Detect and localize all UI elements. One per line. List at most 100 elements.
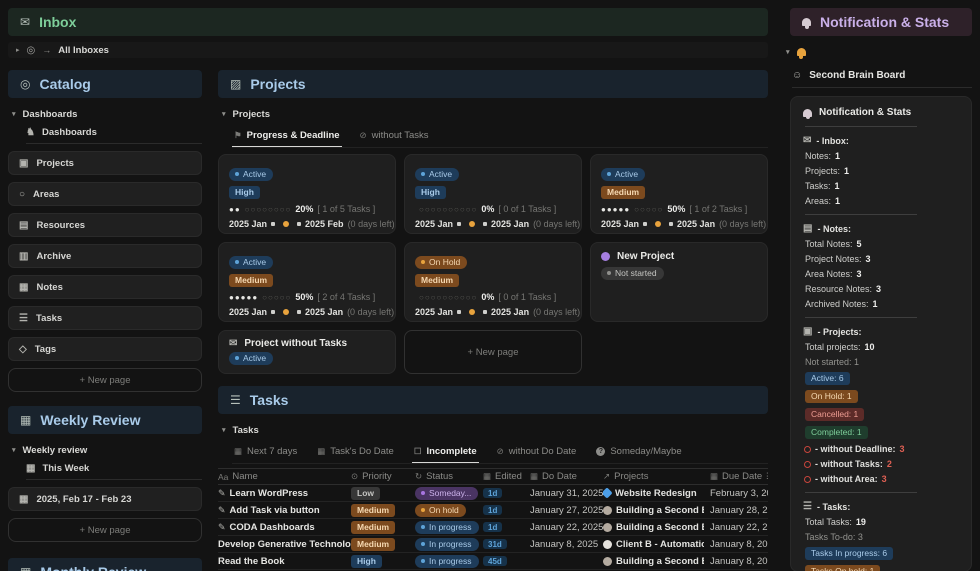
menu-icon[interactable]: ☰ [766, 471, 768, 482]
chevron-down-icon[interactable]: ▾ [12, 110, 16, 118]
project-card-new-project[interactable]: New Project Not started [590, 242, 768, 322]
status-badge: Tasks On hold: 1 [805, 565, 881, 571]
sidebar-item-projects[interactable]: ▣ Projects [8, 151, 202, 175]
status-badge: On Hold: 1 [805, 390, 858, 403]
warning-line: - without Area: 3 [804, 474, 959, 484]
catalog-new-page-button[interactable]: + New page [8, 368, 202, 392]
tab-tasks-do-date[interactable]: ▦ Task's Do Date [315, 442, 396, 463]
stat-line: Total Notes: 5 [805, 239, 862, 249]
notes-icon: ▦ [19, 281, 29, 293]
content-column: ▨ Projects ▾ Projects ⚑ Progress & Deadl… [218, 70, 768, 571]
envelope-icon: ✉ [229, 339, 238, 347]
weekly-review-toggle[interactable]: ▾ Weekly review [12, 442, 202, 458]
expand-arrow-icon[interactable]: ▸ [16, 46, 20, 54]
sidebar-item-archive[interactable]: ▥ Archive [8, 244, 202, 268]
table-row[interactable]: ✎ Add Task via button Medium On hold 1d J… [218, 502, 768, 519]
week-date-card[interactable]: ▦ 2025, Feb 17 - Feb 23 [8, 487, 202, 511]
header-due-date[interactable]: Due Date [722, 471, 762, 482]
priority-badge: High [351, 554, 382, 568]
sidebar-item-dashboards[interactable]: ♞ Dashboards [26, 124, 202, 140]
table-row[interactable]: Read the Book High In progress 45d Build… [218, 553, 768, 570]
notifications-toggle[interactable]: ▾ [786, 44, 972, 60]
tab-without-tasks[interactable]: ⊘ without Tasks [358, 126, 431, 147]
inbox-banner[interactable]: ✉ Inbox [8, 8, 768, 36]
priority-badge: High [415, 186, 446, 199]
header-edited[interactable]: Edited [495, 471, 522, 482]
sidebar-item-resources[interactable]: ▤ Resources [8, 213, 202, 237]
calendar-icon: ▦ [20, 413, 32, 427]
table-row[interactable]: ✎ Learn WordPress Low Someday... 1d Janua… [218, 485, 768, 502]
project-card-building-second-brain[interactable]: Building a Second Brain Active High ●●○○… [218, 154, 396, 234]
catalog-title: Catalog [39, 76, 91, 92]
priority-badge: Medium [415, 274, 460, 287]
header-name[interactable]: Name [232, 471, 257, 482]
this-week-label: This Week [42, 462, 90, 474]
chevron-down-icon[interactable]: ▾ [786, 48, 790, 56]
projects-banner[interactable]: ▨ Projects [218, 70, 768, 98]
status-badge: On hold [415, 503, 466, 517]
red-circle-icon [804, 445, 811, 453]
tab-without-do-date[interactable]: ⊘ without Do Date [495, 442, 579, 463]
tasks-toggle[interactable]: ▾ Tasks [222, 422, 768, 438]
sidebar-item-notes[interactable]: ▦ Notes [8, 275, 202, 299]
stat-line: Tasks: 1 [805, 181, 840, 191]
divider [26, 479, 202, 480]
header-do-date[interactable]: Do Date [542, 471, 577, 482]
sidebar-item-areas[interactable]: ○ Areas [8, 182, 202, 206]
board-link[interactable]: ☺ Second Brain Board [792, 70, 972, 81]
calendar-icon: ▦ [317, 446, 326, 456]
sidebar-item-tags[interactable]: ◇ Tags [8, 337, 202, 361]
priority-badge: Medium [351, 520, 396, 534]
project-card-title[interactable]: New Project [617, 251, 674, 262]
dashboards-toggle[interactable]: ▾ Dashboards [12, 106, 202, 122]
project-card-title[interactable]: Project without Tasks [244, 339, 347, 347]
tab-next-7-days[interactable]: ▦ Next 7 days [232, 442, 299, 463]
all-inboxes-row[interactable]: ▸ ◎ → All Inboxes [8, 42, 768, 58]
notification-stats-banner[interactable]: Notification & Stats [790, 8, 972, 36]
status-badge: In progress [415, 554, 479, 568]
weekly-review-title: Weekly Review [40, 412, 141, 428]
projects-group-label: Projects [232, 108, 271, 120]
sidebar-item-this-week[interactable]: ▦ This Week [26, 460, 202, 476]
tab-incomplete[interactable]: ☐ Incomplete [411, 442, 479, 463]
projects-new-page-button[interactable]: + New page [404, 330, 582, 374]
stat-line: Area Notes: 3 [805, 269, 862, 279]
tab-label: without Do Date [508, 446, 577, 457]
project-card-on-hold[interactable]: Project On hold On Hold Medium ○○○○○○○○○… [404, 242, 582, 322]
chevron-down-icon[interactable]: ▾ [222, 426, 226, 434]
divider [805, 214, 918, 215]
monthly-review-banner[interactable]: ▦ Monthly Review [8, 558, 202, 571]
stat-line: Resource Notes: 3 [805, 284, 882, 294]
priority-badge: Low [351, 486, 380, 500]
project-card-client-a[interactable]: Client A - Notion Solution Active High ○… [404, 154, 582, 234]
weekly-new-page-button[interactable]: + New page [8, 518, 202, 542]
chevron-down-icon[interactable]: ▾ [222, 110, 226, 118]
sidebar-item-tasks[interactable]: ☰ Tasks [8, 306, 202, 330]
header-priority[interactable]: Priority [362, 471, 392, 482]
status-badge: Someday... [415, 486, 479, 500]
deadline-dot-icon [283, 309, 290, 315]
weekly-review-banner[interactable]: ▦ Weekly Review [8, 406, 202, 434]
header-projects[interactable]: Projects [614, 471, 648, 482]
resources-icon: ▤ [19, 219, 29, 231]
table-row[interactable]: Develop Generative Technology Medium In … [218, 536, 768, 553]
catalog-banner[interactable]: ◎ Catalog [8, 70, 202, 98]
divider [805, 126, 918, 127]
tasks-tab-bar: ▦ Next 7 days ▦ Task's Do Date ☐ Incompl… [232, 442, 768, 464]
stat-line: Tasks To-do: 3 [805, 532, 863, 542]
tab-someday-maybe[interactable]: Someday/Maybe [594, 442, 683, 463]
header-status[interactable]: Status [426, 471, 453, 482]
stats-card[interactable]: Notification & Stats ✉ - Inbox: Notes: 1 … [790, 96, 972, 571]
monthly-review-title: Monthly Review [40, 564, 146, 571]
tasks-banner[interactable]: ☰ Tasks [218, 386, 768, 414]
areas-icon: ○ [19, 188, 26, 200]
chevron-down-icon[interactable]: ▾ [12, 446, 16, 454]
progress-row: ●●●●● ○○○○○ 50%[ 2 of 4 Tasks ] [229, 292, 376, 302]
tab-progress-deadline[interactable]: ⚑ Progress & Deadline [232, 126, 342, 147]
project-card-website-redesign[interactable]: Website Redesign Active Medium ●●●●●○○○○… [218, 242, 396, 322]
projects-toggle[interactable]: ▾ Projects [222, 106, 768, 122]
table-row[interactable]: ✎ CODA Dashboards Medium In progress 1d J… [218, 519, 768, 536]
breadcrumb[interactable]: All Inboxes [58, 45, 109, 56]
project-card-client-b[interactable]: Client B - Automation Active Medium ●●●●… [590, 154, 768, 234]
project-card-without-tasks[interactable]: ✉ Project without Tasks Active [218, 330, 396, 374]
